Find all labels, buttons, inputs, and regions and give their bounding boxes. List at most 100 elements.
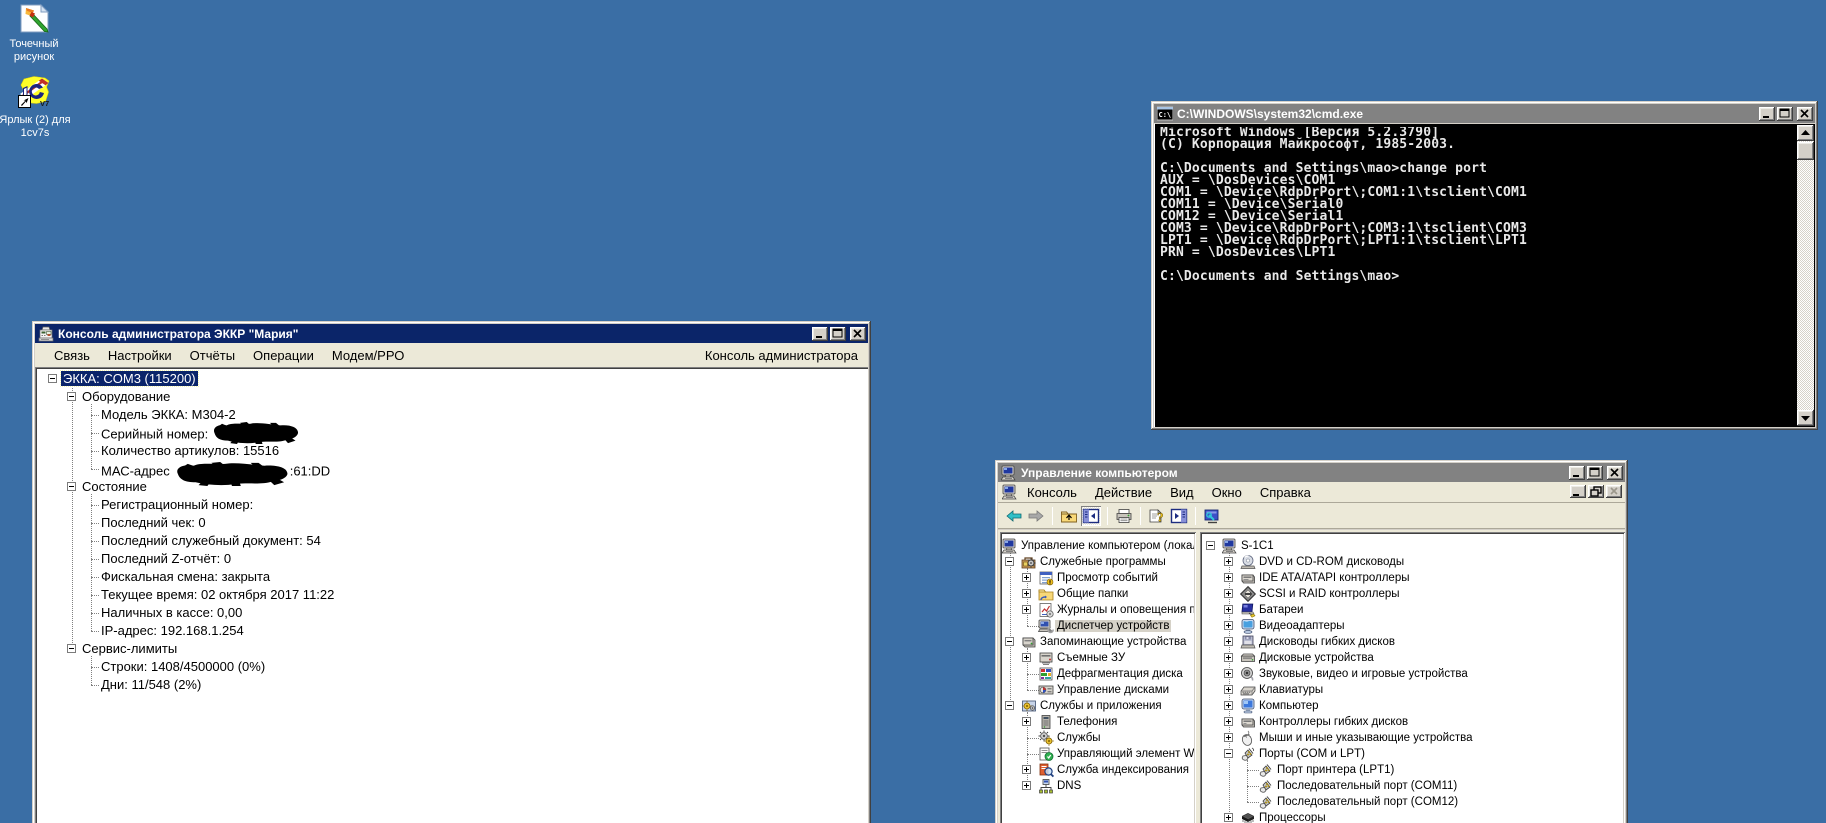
ekkr-tree-item[interactable]: Последний чек: 0 <box>101 514 206 532</box>
mgmt-menu-3[interactable]: Вид <box>1161 485 1203 500</box>
tree-expand-box[interactable] <box>1022 765 1031 774</box>
tree-expand-box[interactable] <box>1224 685 1233 694</box>
mgmt-menu-1[interactable]: Консоль <box>1018 485 1086 500</box>
console-tree-item[interactable]: Служба индексирования <box>1057 762 1189 778</box>
tree-expand-box[interactable] <box>1224 669 1233 678</box>
tree-expand-box[interactable] <box>1022 781 1031 790</box>
console-tree-item[interactable]: Служебные программы <box>1040 554 1166 570</box>
tree-collapse-box[interactable] <box>48 374 57 383</box>
device-tree-item[interactable]: Порт принтера (LPT1) <box>1277 762 1394 778</box>
ekkr-tree-item[interactable]: Строки: 1408/4500000 (0%) <box>101 658 265 676</box>
tree-expand-box[interactable] <box>1224 573 1233 582</box>
device-tree-item[interactable]: Последовательный порт (COM12) <box>1277 794 1458 810</box>
device-tree-item[interactable]: DVD и CD-ROM дисководы <box>1259 554 1404 570</box>
device-tree-item[interactable]: Мыши и иные указывающие устройства <box>1259 730 1473 746</box>
device-tree-item[interactable]: Контроллеры гибких дисков <box>1259 714 1408 730</box>
close-button[interactable] <box>1607 466 1623 480</box>
tree-expand-box[interactable] <box>1224 701 1233 710</box>
mgmt-menu-5[interactable]: Справка <box>1251 485 1320 500</box>
scroll-up-button[interactable] <box>1797 125 1814 141</box>
ekkr-tree-item[interactable]: Регистрационный номер: <box>101 496 253 514</box>
tree-expand-box[interactable] <box>1022 605 1031 614</box>
cmd-scrollbar[interactable] <box>1797 125 1814 426</box>
console-tree-item[interactable]: Управляющий элемент WM <box>1057 746 1194 762</box>
device-tree-item[interactable]: Процессоры <box>1259 810 1326 823</box>
console-tree-item[interactable]: Диспетчер устройств <box>1057 618 1171 634</box>
tree-collapse-box[interactable] <box>67 644 76 653</box>
console-tree-item[interactable]: Телефония <box>1057 714 1117 730</box>
tree-expand-box[interactable] <box>1022 717 1031 726</box>
ekkr-menu-3[interactable]: Отчёты <box>181 348 244 363</box>
device-tree-item[interactable]: Видеоадаптеры <box>1259 618 1345 634</box>
ekkr-tree-item[interactable]: Текущее время: 02 октября 2017 11:22 <box>101 586 334 604</box>
device-tree-item[interactable]: Батареи <box>1259 602 1303 618</box>
console-tree-item[interactable]: Съемные ЗУ <box>1057 650 1125 666</box>
console-tree-item[interactable]: Журналы и оповещения пр <box>1057 602 1194 618</box>
device-tree-item[interactable]: SCSI и RAID контроллеры <box>1259 586 1400 602</box>
ekkr-tree-item[interactable]: МАС-адрес:61:DD <box>101 460 330 478</box>
mgmt-titlebar[interactable]: Управление компьютером <box>998 463 1625 482</box>
tree-expand-box[interactable] <box>1022 653 1031 662</box>
ekkr-menu-1[interactable]: Связь <box>45 348 99 363</box>
cmd-titlebar[interactable]: C:\ C:\WINDOWS\system32\cmd.exe <box>1154 104 1815 123</box>
ekkr-tree-item[interactable]: IP-адрес: 192.168.1.254 <box>101 622 244 640</box>
tree-collapse-box[interactable] <box>67 392 76 401</box>
console-tree-item[interactable]: Просмотр событий <box>1057 570 1158 586</box>
help-doc-toolbar-button[interactable]: ? <box>1147 506 1167 526</box>
tree-collapse-box[interactable] <box>1005 637 1014 646</box>
scroll-down-button[interactable] <box>1797 410 1814 426</box>
device-tree-item[interactable]: Компьютер <box>1259 698 1319 714</box>
export-toolbar-button[interactable] <box>1202 506 1222 526</box>
mdi-restore-button[interactable] <box>1588 485 1604 498</box>
device-tree-item[interactable]: Последовательный порт (COM11) <box>1277 778 1457 794</box>
cmd-console[interactable]: Microsoft Windows [Версия 5.2.3790] (C) … <box>1154 123 1815 427</box>
ekkr-menu-2[interactable]: Настройки <box>99 348 181 363</box>
ekkr-tree-item[interactable]: Оборудование <box>82 388 170 406</box>
tree-expand-box[interactable] <box>1224 637 1233 646</box>
ekkr-tree-item[interactable]: Количество артикулов: 15516 <box>101 442 279 460</box>
tree-expand-box[interactable] <box>1224 717 1233 726</box>
ekkr-menu-4[interactable]: Операции <box>244 348 323 363</box>
console-tree-item[interactable]: Службы и приложения <box>1040 698 1162 714</box>
show-right-toolbar-button[interactable] <box>1169 506 1189 526</box>
device-tree-item[interactable]: S-1C1 <box>1241 538 1274 554</box>
close-button[interactable] <box>1797 107 1813 121</box>
desktop-icon-bitmap[interactable]: Точечныйрисунок <box>0 3 74 64</box>
scrollbar-thumb[interactable] <box>1797 142 1814 160</box>
console-tree-item[interactable]: Дефрагментация диска <box>1057 666 1183 682</box>
maximize-button[interactable] <box>830 327 846 341</box>
tree-expand-box[interactable] <box>1224 557 1233 566</box>
ekkr-tree-item[interactable]: ЭККА: COM3 (115200) <box>63 370 198 388</box>
print-toolbar-button[interactable] <box>1114 506 1134 526</box>
console-tree-item[interactable]: Службы <box>1057 730 1101 746</box>
console-tree-item[interactable]: Общие папки <box>1057 586 1128 602</box>
console-tree-item[interactable]: Управление дисками <box>1057 682 1169 698</box>
ekkr-tree-item[interactable]: Состояние <box>82 478 147 496</box>
tree-collapse-box[interactable] <box>1005 701 1014 710</box>
tree-expand-box[interactable] <box>1022 589 1031 598</box>
mdi-close-button[interactable] <box>1606 485 1622 498</box>
desktop-icon-1c-shortcut[interactable]: V7 Ярлык (2) для1cv7s <box>0 75 75 140</box>
tree-collapse-box[interactable] <box>1224 749 1233 758</box>
mdi-minimize-button[interactable] <box>1570 485 1586 498</box>
minimize-button[interactable] <box>812 327 828 341</box>
up-folder-toolbar-button[interactable] <box>1059 506 1079 526</box>
mgmt-menu-4[interactable]: Окно <box>1203 485 1251 500</box>
tree-expand-box[interactable] <box>1224 653 1233 662</box>
console-tree-item[interactable]: DNS <box>1057 778 1081 794</box>
ekkr-tree-item[interactable]: Сервис-лимиты <box>82 640 177 658</box>
ekkr-tree-item[interactable]: Серийный номер: <box>101 424 300 442</box>
minimize-button[interactable] <box>1759 107 1775 121</box>
device-tree-item[interactable]: Дисководы гибких дисков <box>1259 634 1395 650</box>
ekkr-tree-item[interactable]: Фискальная смена: закрыта <box>101 568 270 586</box>
tree-expand-box[interactable] <box>1224 813 1233 822</box>
tree-collapse-box[interactable] <box>67 482 76 491</box>
forward-toolbar-button[interactable] <box>1026 506 1046 526</box>
device-tree-item[interactable]: Порты (COM и LPT) <box>1259 746 1365 762</box>
ekkr-menu-5[interactable]: Модем/РРО <box>323 348 413 363</box>
maximize-button[interactable] <box>1777 107 1793 121</box>
tree-collapse-box[interactable] <box>1005 557 1014 566</box>
ekkr-tree-item[interactable]: Последний Z-отчёт: 0 <box>101 550 231 568</box>
show-tree-toolbar-button[interactable] <box>1081 506 1101 526</box>
device-tree-item[interactable]: Клавиатуры <box>1259 682 1323 698</box>
